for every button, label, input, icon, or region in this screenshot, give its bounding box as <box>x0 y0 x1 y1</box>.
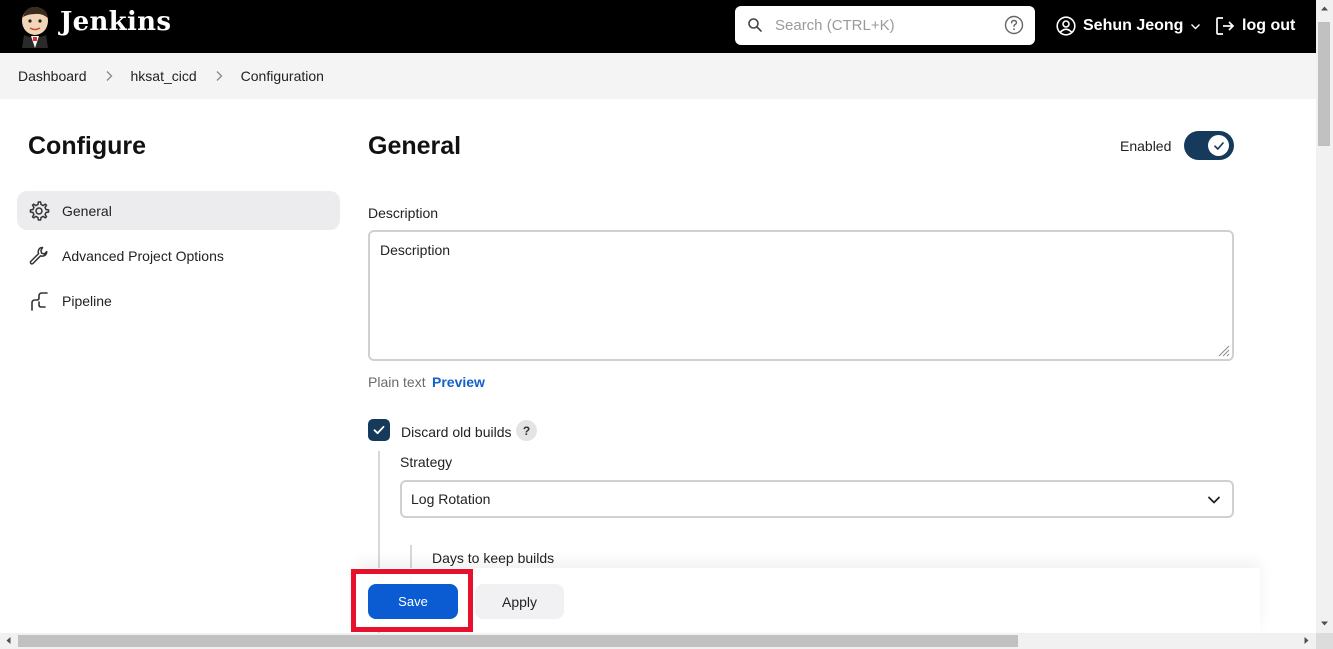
plain-text-label: Plain text <box>368 374 426 390</box>
scroll-right-arrow-icon[interactable] <box>1302 636 1311 645</box>
enabled-toggle[interactable] <box>1184 131 1234 160</box>
chevron-right-icon <box>216 71 223 81</box>
breadcrumb-dashboard[interactable]: Dashboard <box>18 68 87 84</box>
logout-link[interactable]: log out <box>1215 15 1295 37</box>
jenkins-logo-icon[interactable] <box>18 4 52 48</box>
resize-handle-icon[interactable] <box>1216 343 1230 357</box>
strategy-label: Strategy <box>400 454 453 470</box>
horizontal-scroll-thumb[interactable] <box>18 635 1018 647</box>
enabled-label: Enabled <box>1120 138 1172 154</box>
logout-label[interactable]: log out <box>1242 17 1295 35</box>
scroll-left-arrow-icon[interactable] <box>4 636 13 645</box>
toggle-knob <box>1208 135 1229 156</box>
sidebar-item-advanced[interactable]: Advanced Project Options <box>17 236 340 275</box>
section-title: General <box>368 132 462 160</box>
chevron-down-icon <box>1208 496 1220 504</box>
chevron-down-icon[interactable] <box>1190 21 1201 32</box>
user-icon <box>1056 16 1076 36</box>
scroll-up-arrow-icon[interactable] <box>1320 4 1329 13</box>
check-icon <box>1213 141 1224 150</box>
top-header: Jenkins Sehun Jeong log out <box>0 0 1316 53</box>
apply-button[interactable]: Apply <box>475 584 564 619</box>
search-input[interactable] <box>775 14 995 36</box>
gear-icon <box>29 200 50 221</box>
scrollbar-corner <box>1316 633 1333 649</box>
logout-icon <box>1216 17 1235 35</box>
check-icon <box>373 425 385 435</box>
save-button[interactable]: Save <box>368 584 458 619</box>
sidebar-item-label: General <box>62 202 112 219</box>
pipeline-icon <box>31 291 48 311</box>
sidebar-title: Configure <box>28 132 147 160</box>
breadcrumb: Dashboard hksat_cicd Configuration <box>0 53 1316 99</box>
search-icon <box>748 18 762 32</box>
help-circle-icon[interactable] <box>1004 15 1024 35</box>
user-menu[interactable]: Sehun Jeong <box>1056 15 1201 37</box>
brand-name[interactable]: Jenkins <box>60 7 171 37</box>
discard-old-builds-label[interactable]: Discard old builds <box>401 424 512 440</box>
search-box[interactable] <box>735 6 1035 45</box>
description-textarea[interactable]: Description <box>368 230 1234 361</box>
strategy-select[interactable]: Log Rotation <box>400 480 1234 518</box>
sidebar-item-label: Pipeline <box>62 292 112 309</box>
sidebar-item-general[interactable]: General <box>17 191 340 230</box>
strategy-value: Log Rotation <box>411 491 491 507</box>
days-to-keep-label: Days to keep builds <box>432 550 555 566</box>
help-button[interactable]: ? <box>516 420 537 441</box>
description-label: Description <box>368 205 439 221</box>
sidebar-item-pipeline[interactable]: Pipeline <box>17 281 340 320</box>
preview-link[interactable]: Preview <box>432 374 485 390</box>
scroll-down-arrow-icon[interactable] <box>1320 619 1329 628</box>
discard-old-builds-checkbox[interactable] <box>368 419 390 441</box>
breadcrumb-job[interactable]: hksat_cicd <box>131 68 197 84</box>
sidebar-item-label: Advanced Project Options <box>62 247 224 264</box>
chevron-right-icon <box>106 71 112 81</box>
breadcrumb-configuration[interactable]: Configuration <box>241 68 324 84</box>
user-name[interactable]: Sehun Jeong <box>1083 17 1183 35</box>
wrench-icon <box>29 246 48 265</box>
vertical-scroll-thumb[interactable] <box>1318 22 1330 146</box>
